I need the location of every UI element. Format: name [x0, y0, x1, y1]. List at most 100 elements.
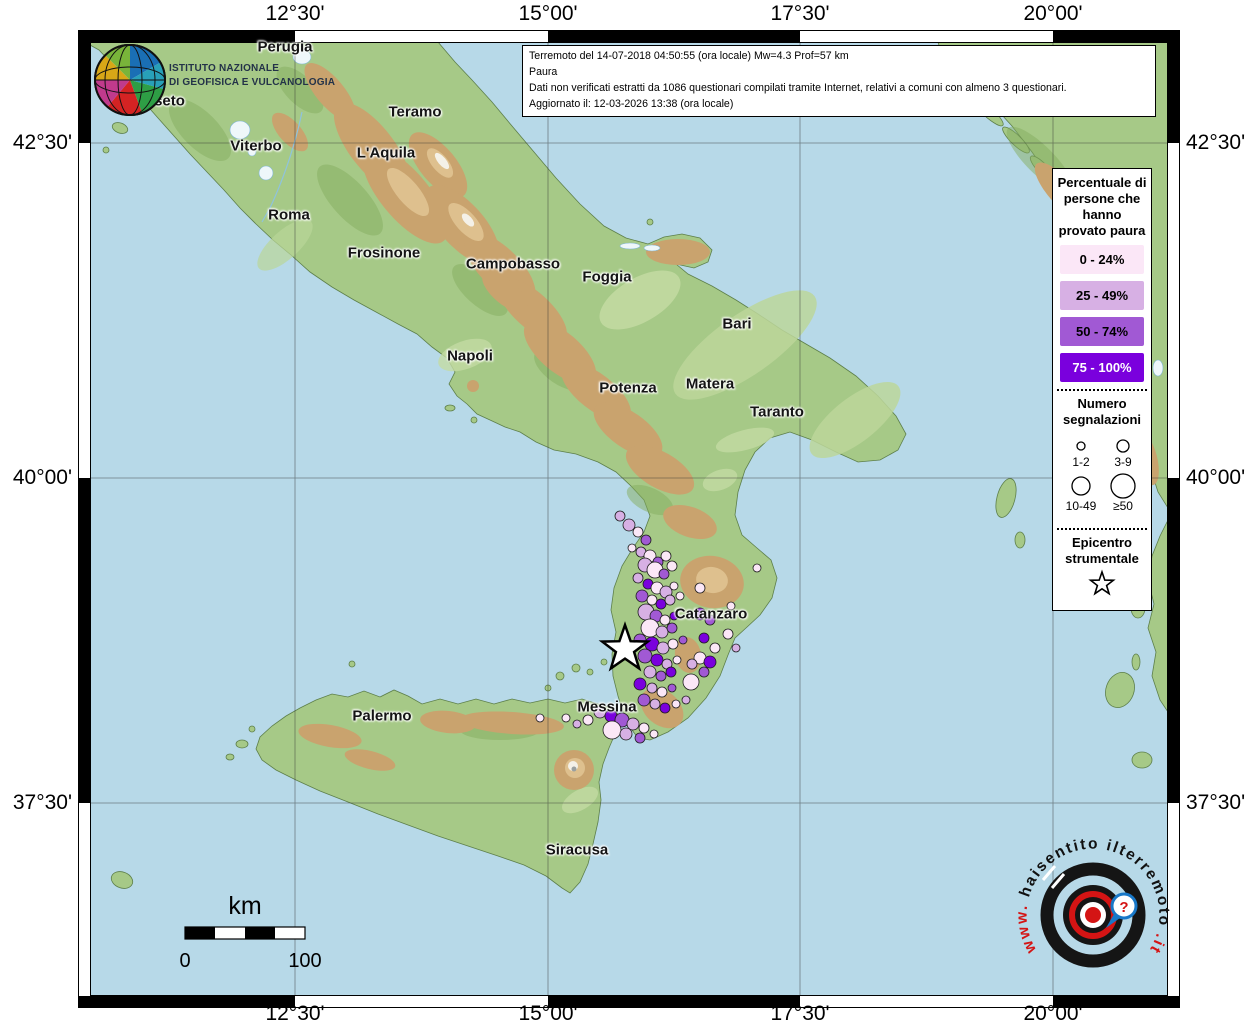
felt-report-dot [661, 658, 673, 670]
signal-count-label: ≥50 [1113, 499, 1133, 513]
landmass-italian-peninsula [90, 42, 907, 741]
felt-report-dot [622, 518, 636, 532]
axis-label-top-2: 15°00' [518, 2, 578, 25]
city-label-roma: Roma [268, 206, 310, 224]
axis-label-bottom-4: 20°00' [1023, 1002, 1083, 1024]
felt-report-dot [593, 705, 607, 719]
legend-class-3: 50 - 74% [1060, 317, 1144, 347]
felt-report-dot [675, 591, 685, 601]
city-label-frosinone: Frosinone [347, 244, 421, 262]
felt-report-dot [659, 585, 673, 599]
felt-report-dot [649, 698, 661, 710]
city-label-matera: Matera [685, 375, 735, 393]
ingv-name-line2: DI GEOFISICA E VULCANOLOGIA [169, 77, 336, 88]
felt-report-dot [671, 699, 681, 709]
city-label-catanzaro: Catanzaro [674, 605, 748, 623]
felt-report-dot [655, 670, 667, 682]
felt-report-dot [704, 614, 716, 626]
axis-label-bottom-3: 17°30' [770, 1002, 830, 1024]
felt-report-dot [655, 625, 669, 639]
felt-report-dot [582, 714, 594, 726]
axis-label-left-1: 42°30' [12, 131, 72, 154]
felt-report-dot [637, 648, 653, 664]
legend-epicenter-title: Epicentro strumentale [1065, 535, 1139, 567]
city-label-napoli: Napoli [447, 347, 493, 365]
signal-count-circle [1110, 473, 1136, 499]
felt-report-dot [660, 550, 672, 562]
terrain-plains [257, 219, 901, 814]
city-label-bari: Bari [722, 315, 752, 333]
city-label-viterbo: Viterbo [230, 137, 282, 155]
event-updated: Aggiornato il: 12-03-2026 13:38 (ora loc… [529, 97, 734, 110]
watermark-it: .it [1145, 932, 1169, 958]
landmass-sicily [255, 689, 623, 894]
city-label-teramo: Teramo [388, 103, 442, 121]
felt-report-dot [604, 709, 618, 723]
scalebar-end-label: 100 [288, 950, 322, 972]
event-disclaimer: Dati non verificati estratti da 1086 que… [529, 81, 1067, 94]
axis-label-bottom-1: 12°30' [265, 1002, 325, 1024]
felt-report-dot [694, 582, 706, 594]
signal-count-label: 10-49 [1066, 499, 1097, 513]
felt-report-dot [637, 603, 655, 621]
legend-classes: 0 - 24% 25 - 49% 50 - 74% 75 - 100% [1057, 245, 1147, 383]
felt-report-dot [646, 561, 664, 579]
felt-report-dot [652, 556, 664, 568]
signal-count-label: 3-9 [1114, 455, 1132, 469]
signal-count-label: 1-2 [1072, 455, 1090, 469]
legend-class-4: 75 - 100% [1060, 353, 1144, 383]
city-label-messina: Messina [577, 698, 637, 716]
haisentito-watermark-logo: ? www. haisentito ilterremoto .it [1013, 836, 1171, 968]
felt-report-dot [682, 673, 700, 691]
ingv-logo-text: ISTITUTO NAZIONALE DI GEOFISICA E VULCAN… [169, 62, 335, 90]
city-label-campobasso: Campobasso [465, 255, 561, 273]
axis-label-right-3: 37°30' [1186, 791, 1246, 814]
ingv-globe-icon [94, 44, 166, 116]
axis-label-right-1: 42°30' [1186, 131, 1246, 154]
felt-report-dot [637, 557, 653, 573]
city-label-perugia: Perugia [257, 38, 313, 56]
felt-report-dot [643, 549, 657, 563]
axis-label-bottom-2: 15°00' [518, 1002, 578, 1024]
speech-bubble-icon [1110, 892, 1138, 920]
axis-label-left-2: 40°00' [12, 466, 72, 489]
epicenter-symbol-key [1088, 569, 1116, 596]
event-effect: Paura [529, 65, 558, 78]
felt-report-dot [659, 614, 671, 626]
felt-report-dot [614, 510, 626, 522]
felt-report-dot [632, 526, 644, 538]
axis-label-top-1: 12°30' [265, 2, 325, 25]
signal-count-circle [1116, 439, 1130, 453]
felt-report-dot [633, 633, 647, 647]
felt-report-dot [632, 572, 644, 584]
grid-lines [90, 42, 1168, 996]
axis-label-right-2: 40°00' [1186, 466, 1246, 489]
legend-separator [1057, 389, 1147, 392]
terrain-mountains [271, 62, 1159, 790]
felt-report-dot [681, 695, 691, 705]
felt-report-dot [669, 581, 679, 591]
legend-separator [1057, 528, 1147, 531]
felt-report-dot [626, 717, 640, 731]
legend-class-2: 25 - 49% [1060, 281, 1144, 311]
felt-report-dot [672, 655, 682, 665]
felt-report-dot [656, 686, 668, 698]
terrain-forest [168, 66, 1111, 740]
felt-report-dot [667, 683, 677, 693]
city-label-taranto: Taranto [750, 403, 804, 421]
speech-bubble-tail [1106, 914, 1120, 928]
etna-crater [571, 766, 577, 772]
felt-report-dot [693, 651, 707, 665]
felt-report-dot [646, 682, 658, 694]
felt-report-dot [664, 594, 676, 606]
felt-report-dot [619, 727, 633, 741]
axis-label-left-3: 37°30' [12, 791, 72, 814]
felt-report-dot [655, 598, 667, 610]
felt-report-dot [640, 534, 652, 546]
felt-report-dot [633, 677, 647, 691]
scalebar-start-label: 0 [179, 950, 191, 972]
felt-report-dot [731, 643, 741, 653]
earthquake-felt-map-figure: ? www. haisentito ilterremoto .it Grosse… [0, 0, 1254, 1024]
felt-report-dot [656, 641, 670, 655]
felt-report-dot [722, 628, 734, 640]
